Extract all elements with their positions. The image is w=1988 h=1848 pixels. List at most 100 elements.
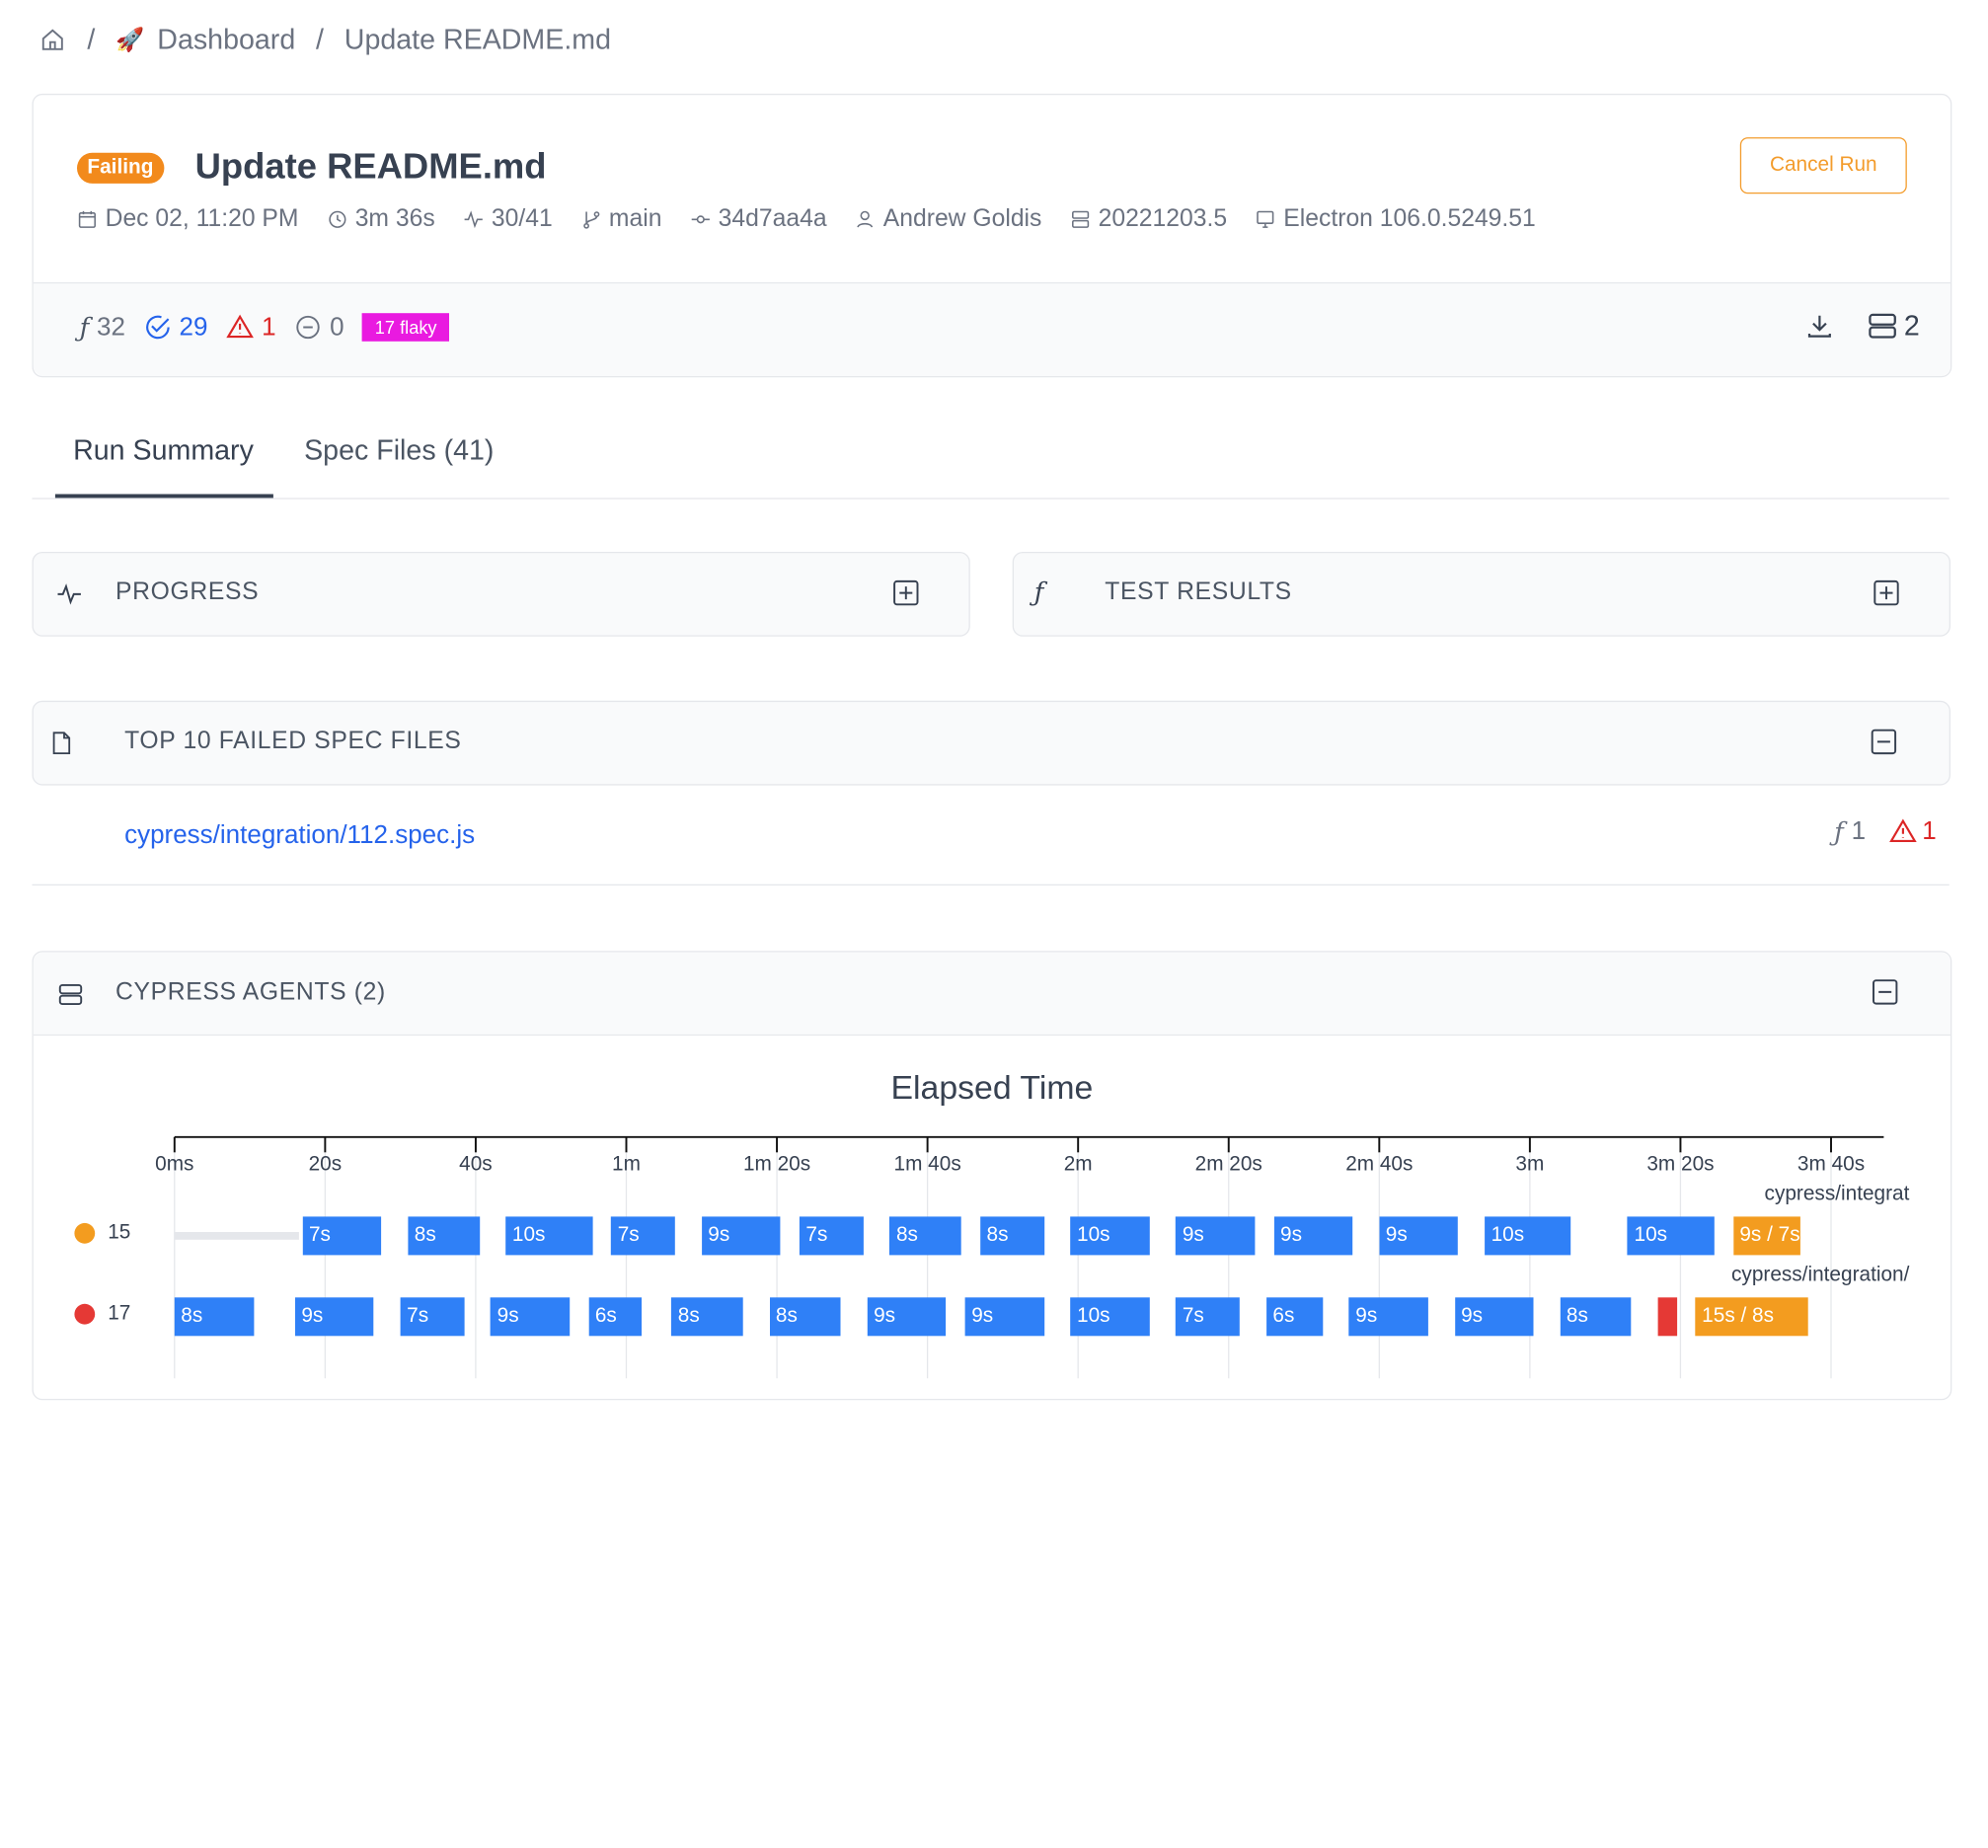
x-tick-label: 20s <box>308 1153 343 1176</box>
spec-bar[interactable]: 8s <box>979 1216 1044 1256</box>
run-duration: 3m 36s <box>327 205 435 234</box>
warning-icon <box>1888 818 1917 843</box>
x-tick-label: 2m <box>1063 1153 1093 1176</box>
spec-bar[interactable]: 7s <box>302 1216 382 1256</box>
agent-name: 15 <box>108 1221 131 1244</box>
spec-bar[interactable]: 6s <box>1265 1297 1324 1337</box>
agent-label: 15 <box>74 1222 130 1245</box>
spec-bar[interactable]: 9s <box>294 1297 374 1337</box>
machines-count: 2 <box>1866 309 1920 343</box>
spec-bar[interactable]: 10s <box>1628 1216 1715 1256</box>
test-results-panel[interactable]: ƒ TEST RESULTS <box>1012 552 1950 637</box>
x-tick-label: 3m <box>1515 1153 1545 1176</box>
calendar-icon <box>78 210 96 228</box>
idle-bar <box>174 1232 299 1240</box>
test-results-panel-label: TEST RESULTS <box>1105 578 1292 606</box>
x-tick-label: 40s <box>459 1153 493 1176</box>
run-commit: 34d7aa4a <box>690 205 827 234</box>
x-tick-label: 1m 40s <box>893 1153 961 1176</box>
x-tick-label: 1m 20s <box>742 1153 811 1176</box>
stat-skipped: 0 <box>294 313 344 343</box>
tab-run-summary[interactable]: Run Summary <box>73 433 254 467</box>
agent-status-dot <box>74 1303 96 1325</box>
run-branch: main <box>580 205 661 234</box>
spec-bar[interactable]: 7s <box>1176 1297 1241 1337</box>
expand-icon[interactable] <box>891 578 920 607</box>
spec-bar[interactable]: 10s <box>505 1216 593 1256</box>
spec-bar[interactable]: 9s <box>491 1297 571 1337</box>
spec-bar[interactable]: 9s <box>1379 1216 1459 1256</box>
run-progress: 30/41 <box>463 205 553 234</box>
spec-bar[interactable]: 8s <box>769 1297 841 1337</box>
run-header-top: Failing Update README.md Cancel Run Dec … <box>33 95 1950 284</box>
spec-bar[interactable]: 8s <box>671 1297 743 1337</box>
spec-bar[interactable]: 9s <box>867 1297 947 1337</box>
spec-bar[interactable]: 7s <box>799 1216 864 1256</box>
spec-name-label: cypress/integrat <box>1764 1183 1910 1205</box>
spec-bar[interactable]: 7s <box>611 1216 676 1256</box>
stat-passed: 29 <box>143 313 207 343</box>
tab-spec-files[interactable]: Spec Files (41) <box>304 433 494 467</box>
spec-bar[interactable]: 9s <box>1348 1297 1428 1337</box>
download-icon[interactable] <box>1803 311 1834 342</box>
top-failed-panel[interactable]: TOP 10 FAILED SPEC FILES <box>32 700 1950 786</box>
failed-spec-row: cypress/integration/112.spec.js ƒ 1 1 <box>32 786 1950 886</box>
cancel-run-button[interactable]: Cancel Run <box>1739 137 1907 194</box>
function-icon: ƒ <box>1033 576 1044 607</box>
breadcrumb-dashboard-link[interactable]: Dashboard <box>157 23 295 56</box>
flaky-spec-bar[interactable]: 15s / 8s <box>1695 1297 1809 1337</box>
warning-icon <box>226 314 254 339</box>
spec-bar[interactable]: 10s <box>1070 1216 1150 1256</box>
run-build: 20221203.5 <box>1070 205 1227 234</box>
failed-spec-tests: ƒ 1 <box>1834 815 1867 847</box>
cypress-agents-card: CYPRESS AGENTS (2) Elapsed Time 0ms 20s 40… <box>32 951 1952 1401</box>
server-icon <box>1071 210 1089 228</box>
spec-bar[interactable]: 10s <box>1070 1297 1150 1337</box>
stat-tests: ƒ 32 <box>79 311 125 344</box>
collapse-icon[interactable] <box>1870 728 1898 756</box>
agent-name: 17 <box>108 1302 131 1325</box>
spec-bar[interactable]: 7s <box>400 1297 465 1337</box>
breadcrumb-current: Update README.md <box>344 23 612 55</box>
agent-label: 17 <box>74 1303 130 1326</box>
function-icon: ƒ <box>1834 815 1844 847</box>
flaky-spec-bar[interactable]: 9s / 7s <box>1732 1216 1801 1256</box>
spec-bar[interactable]: 8s <box>889 1216 961 1256</box>
expand-icon[interactable] <box>1873 578 1901 607</box>
progress-panel[interactable]: PROGRESS <box>32 552 970 637</box>
file-icon <box>52 732 71 755</box>
spec-bar[interactable]: 6s <box>588 1297 642 1337</box>
spec-bar[interactable]: 9s <box>701 1216 781 1256</box>
failed-spec-bar[interactable] <box>1657 1297 1677 1337</box>
top-failed-panel-label: TOP 10 FAILED SPEC FILES <box>124 728 462 755</box>
monitor-icon <box>1257 210 1274 228</box>
spec-bar[interactable]: 8s <box>174 1297 254 1337</box>
spec-bar[interactable]: 8s <box>1560 1297 1632 1337</box>
tab-bar: Run Summary Spec Files (41) <box>32 406 1950 500</box>
spec-bar[interactable]: 9s <box>964 1297 1044 1337</box>
spec-bar[interactable]: 9s <box>1454 1297 1534 1337</box>
git-commit-icon <box>691 215 710 224</box>
activity-icon <box>464 210 483 229</box>
agent-status-dot <box>74 1222 96 1244</box>
home-icon[interactable] <box>38 26 67 54</box>
x-tick-label: 3m 40s <box>1797 1153 1866 1176</box>
spec-bar[interactable]: 9s <box>1176 1216 1256 1256</box>
run-page: / 🚀 Dashboard / Update README.md Failing… <box>0 0 1988 1848</box>
check-circle-icon <box>145 315 170 340</box>
run-stats: ƒ 32 29 1 0 17 flaky 2 <box>33 283 1950 376</box>
spec-bar[interactable]: 9s <box>1273 1216 1353 1256</box>
spec-bar[interactable]: 8s <box>408 1216 480 1256</box>
spec-bar[interactable]: 10s <box>1485 1216 1571 1256</box>
failed-spec-link[interactable]: cypress/integration/112.spec.js <box>124 821 475 851</box>
flaky-badge: 17 flaky <box>361 313 450 342</box>
status-badge: Failing <box>77 152 164 184</box>
x-tick-label: 0ms <box>155 1153 194 1176</box>
run-meta: Dec 02, 11:20 PM 3m 36s 30/41 main 34d7a… <box>77 205 1536 234</box>
x-tick-label: 3m 20s <box>1646 1153 1715 1176</box>
stats-actions: 2 <box>1803 309 1920 343</box>
progress-panel-label: PROGRESS <box>115 578 260 606</box>
activity-icon <box>57 583 81 605</box>
x-tick-label: 2m 40s <box>1345 1153 1414 1176</box>
failed-spec-failures: 1 <box>1888 816 1937 846</box>
